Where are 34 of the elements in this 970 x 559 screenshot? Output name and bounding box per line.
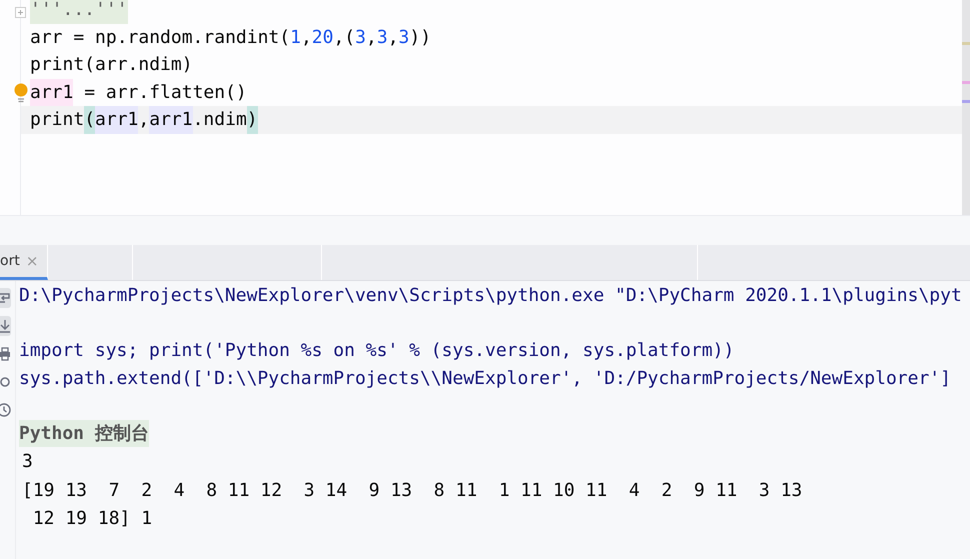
code-text: ,( bbox=[333, 26, 356, 50]
code-text: .ndim bbox=[192, 108, 247, 132]
scroll-to-end-button[interactable] bbox=[0, 316, 11, 336]
code-text: , bbox=[300, 26, 312, 50]
number-literal: 1 bbox=[290, 26, 301, 50]
console-output: 3 bbox=[22, 451, 33, 472]
console-command: D:\PycharmProjects\NewExplorer\venv\Scripts\python.exe "D:\PyCharm 2020.1.1\plugins\pyt bbox=[19, 285, 962, 306]
code-text: , bbox=[366, 26, 377, 50]
code-text: = arr.flatten() bbox=[83, 80, 247, 104]
code-text: arr = np.random.randint( bbox=[30, 26, 290, 50]
console-output: 12 19 18] 1 bbox=[32, 508, 152, 529]
code-text: print(arr.ndim) bbox=[30, 53, 193, 77]
console-output: [19 13 7 2 4 8 11 12 3 14 9 13 8 11 1 11 10 11 4 2 9 11 3 13 bbox=[22, 480, 802, 500]
console-tab[interactable]: ort × bbox=[0, 245, 48, 280]
docstring: '''...''' bbox=[30, 0, 128, 24]
variable-read: arr1 bbox=[95, 106, 138, 134]
matched-brace: ( bbox=[84, 106, 96, 134]
console-banner: Python 控制台 bbox=[19, 420, 149, 447]
number-literal: 3 bbox=[398, 26, 410, 50]
fold-icon[interactable] bbox=[15, 7, 26, 18]
console-command: sys.path.extend(['D:\\PycharmProjects\\NewExplorer', 'D:/PycharmProjects/NewExplorer'] bbox=[19, 368, 951, 388]
code-text: , bbox=[138, 108, 150, 132]
variable-read: arr1 bbox=[149, 106, 193, 134]
code-text: print bbox=[30, 108, 84, 132]
number-literal: 3 bbox=[376, 26, 388, 50]
variable-write: arr1 bbox=[30, 78, 74, 106]
matched-brace: ) bbox=[246, 106, 258, 134]
bulb-icon[interactable] bbox=[14, 82, 28, 102]
number-literal: 20 bbox=[312, 26, 334, 50]
code-text: , bbox=[388, 26, 399, 50]
number-literal: 3 bbox=[355, 26, 366, 50]
code-text: )) bbox=[409, 26, 432, 50]
soft-wrap-button[interactable] bbox=[0, 288, 11, 308]
console-command: import sys; print('Python %s on %s' % (sys.version, sys.platform)) bbox=[19, 340, 734, 361]
